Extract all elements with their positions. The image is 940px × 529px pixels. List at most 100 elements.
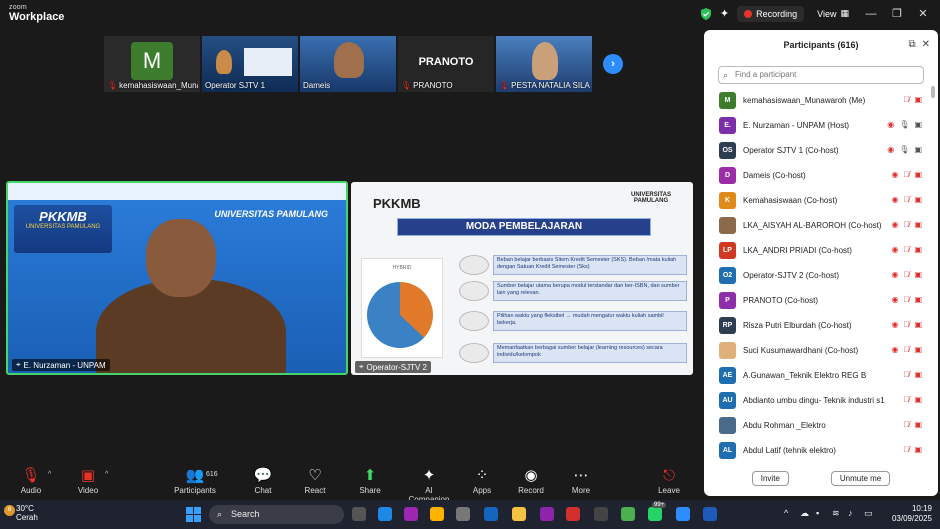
- participant-row[interactable]: OS Operator SJTV 1 (Co-host) ◉ 🎙 ▣: [704, 138, 938, 163]
- app-icon[interactable]: [456, 507, 470, 521]
- video-icon[interactable]: ▣: [914, 145, 922, 154]
- video-icon[interactable]: ▣: [914, 120, 922, 129]
- app-icon[interactable]: [566, 507, 580, 521]
- zoom-icon[interactable]: [676, 507, 690, 521]
- mic-off-icon[interactable]: 🎙̸: [903, 220, 909, 229]
- more-button[interactable]: ⋯ More: [556, 466, 606, 495]
- participant-row[interactable]: Abdu Rohman _Elektro 🎙̸ ▣: [704, 413, 938, 438]
- sparkle-icon[interactable]: ✦: [720, 7, 729, 20]
- mic-icon[interactable]: 🎙: [899, 145, 909, 154]
- weather-widget[interactable]: 6 30°C Cerah: [4, 504, 38, 522]
- participant-row[interactable]: LP LKA_ANDRI PRIADI (Co-host) ◉ 🎙̸ ▣: [704, 238, 938, 263]
- participants-button[interactable]: 👥 Participants 616: [170, 466, 220, 495]
- volume-icon[interactable]: ♪: [848, 508, 853, 518]
- store-icon[interactable]: [430, 507, 444, 521]
- mic-off-icon[interactable]: 🎙̸: [903, 245, 909, 254]
- app-icon[interactable]: [540, 507, 554, 521]
- audio-button[interactable]: 🎙 Audio ^: [6, 466, 56, 495]
- cloud-icon[interactable]: ☁: [800, 508, 809, 519]
- participant-row[interactable]: Suci Kusumawardhani (Co-host) ◉ 🎙̸ ▣: [704, 338, 938, 363]
- participant-row[interactable]: D Dameis (Co-host) ◉ 🎙̸ ▣: [704, 163, 938, 188]
- mic-off-icon[interactable]: 🎙̸: [903, 420, 909, 429]
- participant-row[interactable]: O2 Operator-SJTV 2 (Co-host) ◉ 🎙̸ ▣: [704, 263, 938, 288]
- participant-search-input[interactable]: ⌕ Find a participant: [718, 66, 924, 84]
- participant-row[interactable]: AU Abdianto umbu dingu- Teknik industri s…: [704, 388, 938, 413]
- video-off-icon[interactable]: ▣: [914, 245, 922, 254]
- mic-off-icon[interactable]: 🎙̸: [903, 445, 909, 454]
- video-off-icon[interactable]: ▣: [914, 395, 922, 404]
- battery-icon[interactable]: ▭: [864, 508, 873, 519]
- restore-icon[interactable]: ❐: [888, 7, 906, 20]
- video-off-icon[interactable]: ▣: [914, 95, 922, 104]
- app-icon[interactable]: [484, 507, 498, 521]
- chevron-up-icon[interactable]: ^: [105, 471, 108, 478]
- shared-screen-tile[interactable]: PKKMB UNIVERSITAS PAMULANG MODA PEMBELAJ…: [351, 182, 693, 375]
- recording-indicator[interactable]: Recording: [737, 5, 805, 22]
- video-off-icon[interactable]: ▣: [914, 295, 922, 304]
- video-off-icon[interactable]: ▣: [914, 370, 922, 379]
- taskbar-search[interactable]: ⌕ Search: [209, 505, 344, 524]
- close-panel-icon[interactable]: ✕: [922, 39, 930, 50]
- edge-icon[interactable]: [378, 507, 392, 521]
- mic-off-icon[interactable]: 🎙̸: [903, 295, 909, 304]
- copilot-icon[interactable]: [404, 507, 418, 521]
- participant-row[interactable]: P PRANOTO (Co-host) ◉ 🎙̸ ▣: [704, 288, 938, 313]
- leave-button[interactable]: ⎋ Leave: [644, 466, 694, 495]
- mic-off-icon[interactable]: 🎙̸: [903, 395, 909, 404]
- mic-off-icon[interactable]: 🎙̸: [903, 95, 909, 104]
- word-icon[interactable]: [703, 507, 717, 521]
- video-off-icon[interactable]: ▣: [914, 345, 922, 354]
- minimize-icon[interactable]: —: [862, 8, 880, 20]
- participant-row[interactable]: E. E. Nurzaman - UNPAM (Host) ◉ 🎙 ▣: [704, 113, 938, 138]
- video-off-icon[interactable]: ▣: [914, 445, 922, 454]
- thumbnail-tile[interactable]: 🎙PESTA NATALIA SILAB...: [496, 36, 592, 92]
- close-icon[interactable]: ✕: [914, 7, 932, 20]
- video-off-icon[interactable]: ▣: [914, 420, 922, 429]
- start-button[interactable]: [186, 507, 201, 522]
- video-off-icon[interactable]: ▣: [914, 195, 922, 204]
- shield-icon[interactable]: [700, 7, 712, 20]
- share-button[interactable]: ⬆ Share: [345, 466, 395, 495]
- mic-off-icon[interactable]: 🎙̸: [903, 195, 909, 204]
- whatsapp-icon[interactable]: [648, 507, 662, 521]
- chevron-up-icon[interactable]: ^: [48, 471, 51, 478]
- thumbnail-tile[interactable]: PRANOTO 🎙 PRANOTO: [398, 36, 494, 92]
- mic-off-icon[interactable]: 🎙̸: [903, 320, 909, 329]
- react-button[interactable]: ♡ React: [290, 466, 340, 495]
- chrome-icon[interactable]: [621, 507, 635, 521]
- mic-off-icon[interactable]: 🎙̸: [903, 345, 909, 354]
- video-off-icon[interactable]: ▣: [914, 270, 922, 279]
- video-off-icon[interactable]: ▣: [914, 320, 922, 329]
- task-view-icon[interactable]: [352, 507, 366, 521]
- popout-icon[interactable]: ⧉: [908, 39, 915, 50]
- mic-off-icon[interactable]: 🎙̸: [903, 170, 909, 179]
- chat-button[interactable]: 💬 Chat: [238, 466, 288, 495]
- video-off-icon[interactable]: ▣: [914, 170, 922, 179]
- participant-row[interactable]: K Kemahasiswaan (Co-host) ◉ 🎙̸ ▣: [704, 188, 938, 213]
- participant-row[interactable]: AE A.Gunawan_Teknik Elektro REG B 🎙̸ ▣: [704, 363, 938, 388]
- participant-row[interactable]: LKA_AISYAH AL-BAROROH (Co-host) ◉ 🎙̸ ▣: [704, 213, 938, 238]
- thumbnail-tile[interactable]: Dameis: [300, 36, 396, 92]
- clock[interactable]: 10:19 03/09/2025: [892, 504, 932, 523]
- app-tray-icon[interactable]: ▪: [816, 508, 819, 518]
- thumbnail-tile[interactable]: Operator SJTV 1: [202, 36, 298, 92]
- video-off-icon[interactable]: ▣: [914, 220, 922, 229]
- active-speaker-tile[interactable]: PKKMB UNIVERSITAS PAMULANG UNIVERSITAS P…: [6, 181, 348, 375]
- thumbnail-tile[interactable]: M 🎙kemahasiswaan_Muna...: [104, 36, 200, 92]
- apps-button[interactable]: ⁘ Apps: [457, 466, 507, 495]
- record-button[interactable]: ◉ Record: [506, 466, 556, 495]
- participant-row[interactable]: Mkemahasiswaan_Munawaroh (Me) 🎙̸ ▣: [704, 88, 938, 113]
- mic-off-icon[interactable]: 🎙̸: [903, 270, 909, 279]
- unmute-me-button[interactable]: Unmute me: [830, 471, 891, 486]
- invite-button[interactable]: Invite: [751, 471, 789, 486]
- participant-row[interactable]: RP Risza Putri Elburdah (Co-host) ◉ 🎙̸ ▣: [704, 313, 938, 338]
- view-button[interactable]: View ▦: [812, 5, 854, 22]
- wifi-icon[interactable]: ≋: [832, 508, 840, 519]
- participant-row[interactable]: AL Abdul Latif (tehnik elektro) 🎙̸ ▣: [704, 438, 938, 463]
- settings-icon[interactable]: [594, 507, 608, 521]
- mic-off-icon[interactable]: 🎙̸: [903, 370, 909, 379]
- next-page-button[interactable]: ›: [603, 54, 623, 74]
- video-button[interactable]: ▣ Video ^: [63, 466, 113, 495]
- file-explorer-icon[interactable]: [512, 507, 526, 521]
- mic-icon[interactable]: 🎙: [899, 120, 909, 129]
